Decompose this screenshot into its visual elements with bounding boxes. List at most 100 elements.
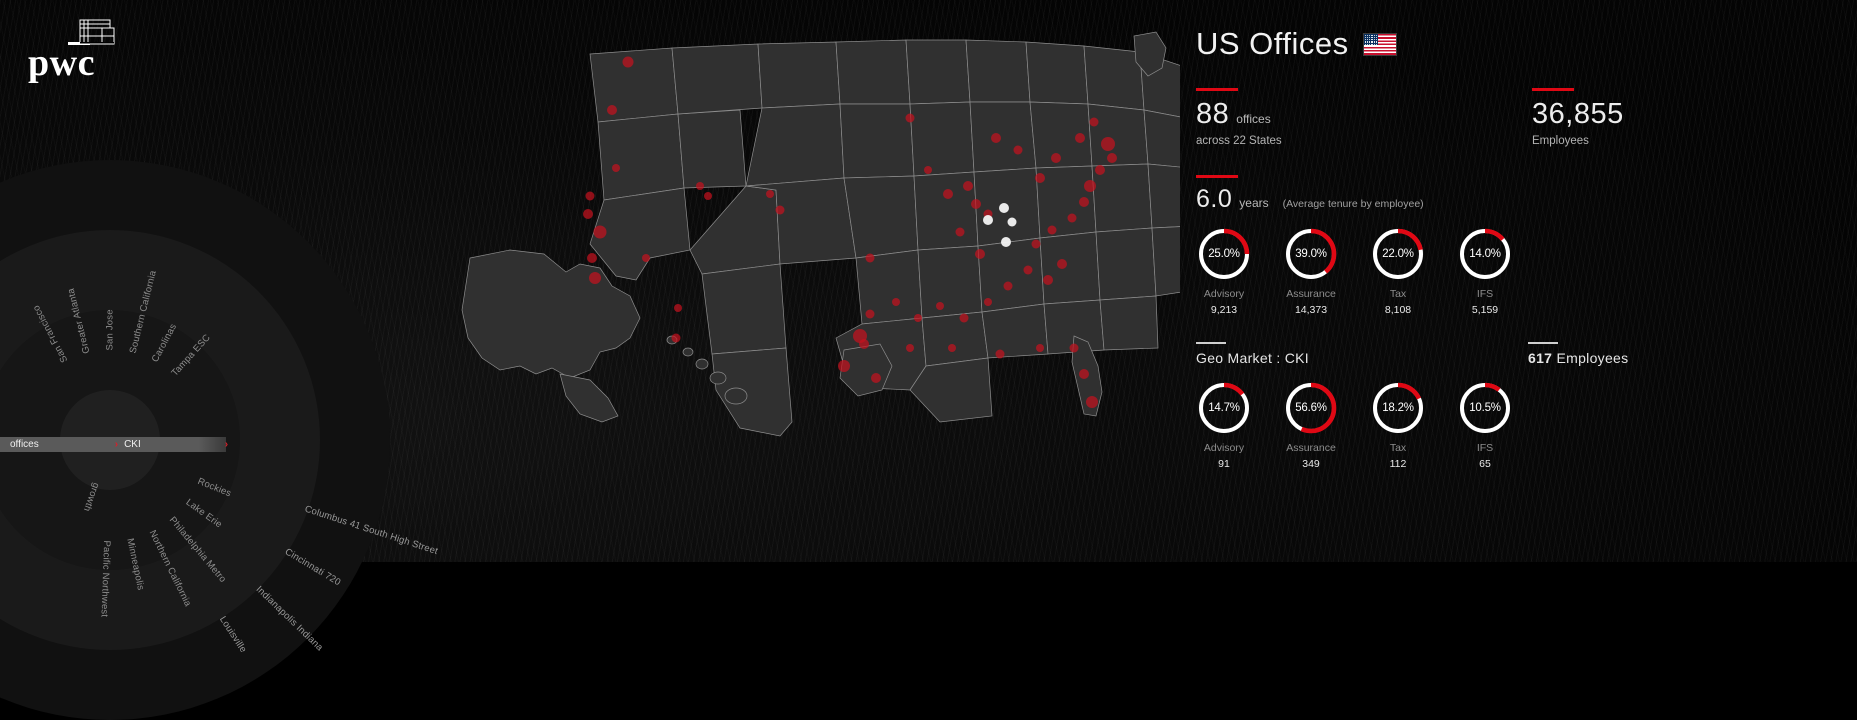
office-marker[interactable] <box>766 190 774 198</box>
office-marker[interactable] <box>1003 281 1013 291</box>
office-marker[interactable] <box>1013 145 1023 155</box>
donut-row-national[interactable]: 25.0% Advisory 9,213 39.0% Assurance 14,373 22… <box>1196 226 1836 316</box>
donut-tax[interactable]: 22.0% Tax 8,108 <box>1370 226 1426 316</box>
office-marker[interactable] <box>671 333 681 343</box>
office-marker[interactable] <box>583 209 593 219</box>
employees-label: Employees <box>1532 135 1589 147</box>
office-marker[interactable] <box>943 189 953 199</box>
donut-value: 14,373 <box>1294 304 1328 316</box>
donut-value: 112 <box>1389 457 1407 470</box>
office-marker[interactable] <box>1101 137 1115 151</box>
office-marker[interactable] <box>871 373 881 383</box>
donut-assurance[interactable]: 56.6% Assurance 349 <box>1283 380 1339 470</box>
office-marker[interactable] <box>1067 213 1077 223</box>
breadcrumb-item-offices[interactable]: offices <box>10 439 39 450</box>
office-marker[interactable] <box>1089 117 1099 127</box>
geo-employees-count: 617 <box>1528 349 1553 366</box>
donut-ifs[interactable]: 14.0% IFS 5,159 <box>1457 226 1513 316</box>
office-marker[interactable] <box>1047 225 1057 235</box>
office-marker[interactable] <box>959 313 969 323</box>
kpi-row-top: 88 offices across 22 States 36,855 Employ… <box>1196 88 1836 147</box>
office-marker[interactable] <box>622 56 634 68</box>
office-marker[interactable] <box>593 225 607 239</box>
office-marker[interactable] <box>1075 133 1085 143</box>
breadcrumb-item-cki[interactable]: CKI <box>124 439 141 450</box>
office-marker[interactable] <box>838 360 850 372</box>
donut-ring[interactable]: 56.6% <box>1283 380 1339 436</box>
breadcrumb[interactable]: offices › CKI › <box>0 437 228 452</box>
selected-office-marker[interactable] <box>1001 237 1011 247</box>
selected-office-marker[interactable] <box>999 203 1009 213</box>
donut-ifs[interactable]: 10.5% IFS 65 <box>1457 380 1513 470</box>
office-marker[interactable] <box>955 227 965 237</box>
radial-menu-item[interactable]: San Jose <box>105 309 116 350</box>
geo-employees-block: 617 Employees <box>1528 342 1694 366</box>
office-marker[interactable] <box>971 199 981 209</box>
office-marker[interactable] <box>936 302 944 310</box>
office-marker[interactable] <box>975 249 985 259</box>
pwc-logo[interactable]: pwc <box>26 12 146 82</box>
office-marker[interactable] <box>704 192 712 200</box>
office-marker[interactable] <box>1035 173 1045 183</box>
donut-percent: 14.7% <box>1208 401 1240 414</box>
office-marker[interactable] <box>1031 239 1041 249</box>
office-marker[interactable] <box>589 272 601 284</box>
office-marker[interactable] <box>1069 343 1079 353</box>
office-marker[interactable] <box>642 254 650 262</box>
office-marker[interactable] <box>914 314 922 322</box>
office-marker[interactable] <box>905 113 915 123</box>
donut-advisory[interactable]: 14.7% Advisory 91 <box>1196 380 1252 470</box>
office-marker[interactable] <box>1036 344 1044 352</box>
office-marker[interactable] <box>1084 180 1096 192</box>
employees-value: 36,855 <box>1532 98 1624 130</box>
donut-row-geo[interactable]: 14.7% Advisory 91 56.6% Assurance 349 18.2% Tax… <box>1196 380 1836 470</box>
office-marker[interactable] <box>865 309 875 319</box>
office-marker[interactable] <box>674 304 682 312</box>
donut-ring[interactable]: 14.7% <box>1196 380 1252 436</box>
office-marker[interactable] <box>696 182 704 190</box>
donut-ring[interactable]: 25.0% <box>1196 226 1252 282</box>
breadcrumb-separator-1: › <box>114 439 119 450</box>
map-office-markers[interactable] <box>440 18 1180 448</box>
office-marker[interactable] <box>1079 369 1089 379</box>
office-marker[interactable] <box>775 205 785 215</box>
donut-percent: 56.6% <box>1295 401 1327 414</box>
office-marker[interactable] <box>1086 396 1098 408</box>
office-marker[interactable] <box>1057 259 1067 269</box>
office-marker[interactable] <box>587 253 597 263</box>
donut-label: Advisory <box>1203 288 1245 300</box>
donut-ring[interactable]: 14.0% <box>1457 226 1513 282</box>
office-marker[interactable] <box>1107 153 1117 163</box>
office-marker[interactable] <box>585 191 595 201</box>
office-marker[interactable] <box>963 181 973 191</box>
office-marker[interactable] <box>995 349 1005 359</box>
office-marker[interactable] <box>1051 153 1061 163</box>
donut-tax[interactable]: 18.2% Tax 112 <box>1370 380 1426 470</box>
office-marker[interactable] <box>948 344 956 352</box>
office-marker[interactable] <box>859 339 869 349</box>
donut-ring[interactable]: 18.2% <box>1370 380 1426 436</box>
selected-office-marker[interactable] <box>983 215 993 225</box>
offices-value: 88 <box>1196 98 1230 130</box>
donut-ring[interactable]: 10.5% <box>1457 380 1513 436</box>
us-map[interactable] <box>440 18 1180 448</box>
office-marker[interactable] <box>984 298 992 306</box>
office-marker[interactable] <box>906 344 914 352</box>
office-marker[interactable] <box>1079 197 1089 207</box>
selected-office-marker[interactable] <box>1007 217 1017 227</box>
donut-ring[interactable]: 22.0% <box>1370 226 1426 282</box>
office-marker[interactable] <box>924 166 932 174</box>
office-marker[interactable] <box>1023 265 1033 275</box>
donut-advisory[interactable]: 25.0% Advisory 9,213 <box>1196 226 1252 316</box>
office-marker[interactable] <box>607 105 617 115</box>
office-marker[interactable] <box>865 253 875 263</box>
office-marker[interactable] <box>892 298 900 306</box>
office-marker[interactable] <box>1095 165 1105 175</box>
office-marker[interactable] <box>991 133 1001 143</box>
donut-label: Advisory <box>1203 441 1245 454</box>
office-marker[interactable] <box>612 164 620 172</box>
office-marker[interactable] <box>1043 275 1053 285</box>
donut-label: IFS <box>1476 288 1494 300</box>
donut-ring[interactable]: 39.0% <box>1283 226 1339 282</box>
donut-assurance[interactable]: 39.0% Assurance 14,373 <box>1283 226 1339 316</box>
